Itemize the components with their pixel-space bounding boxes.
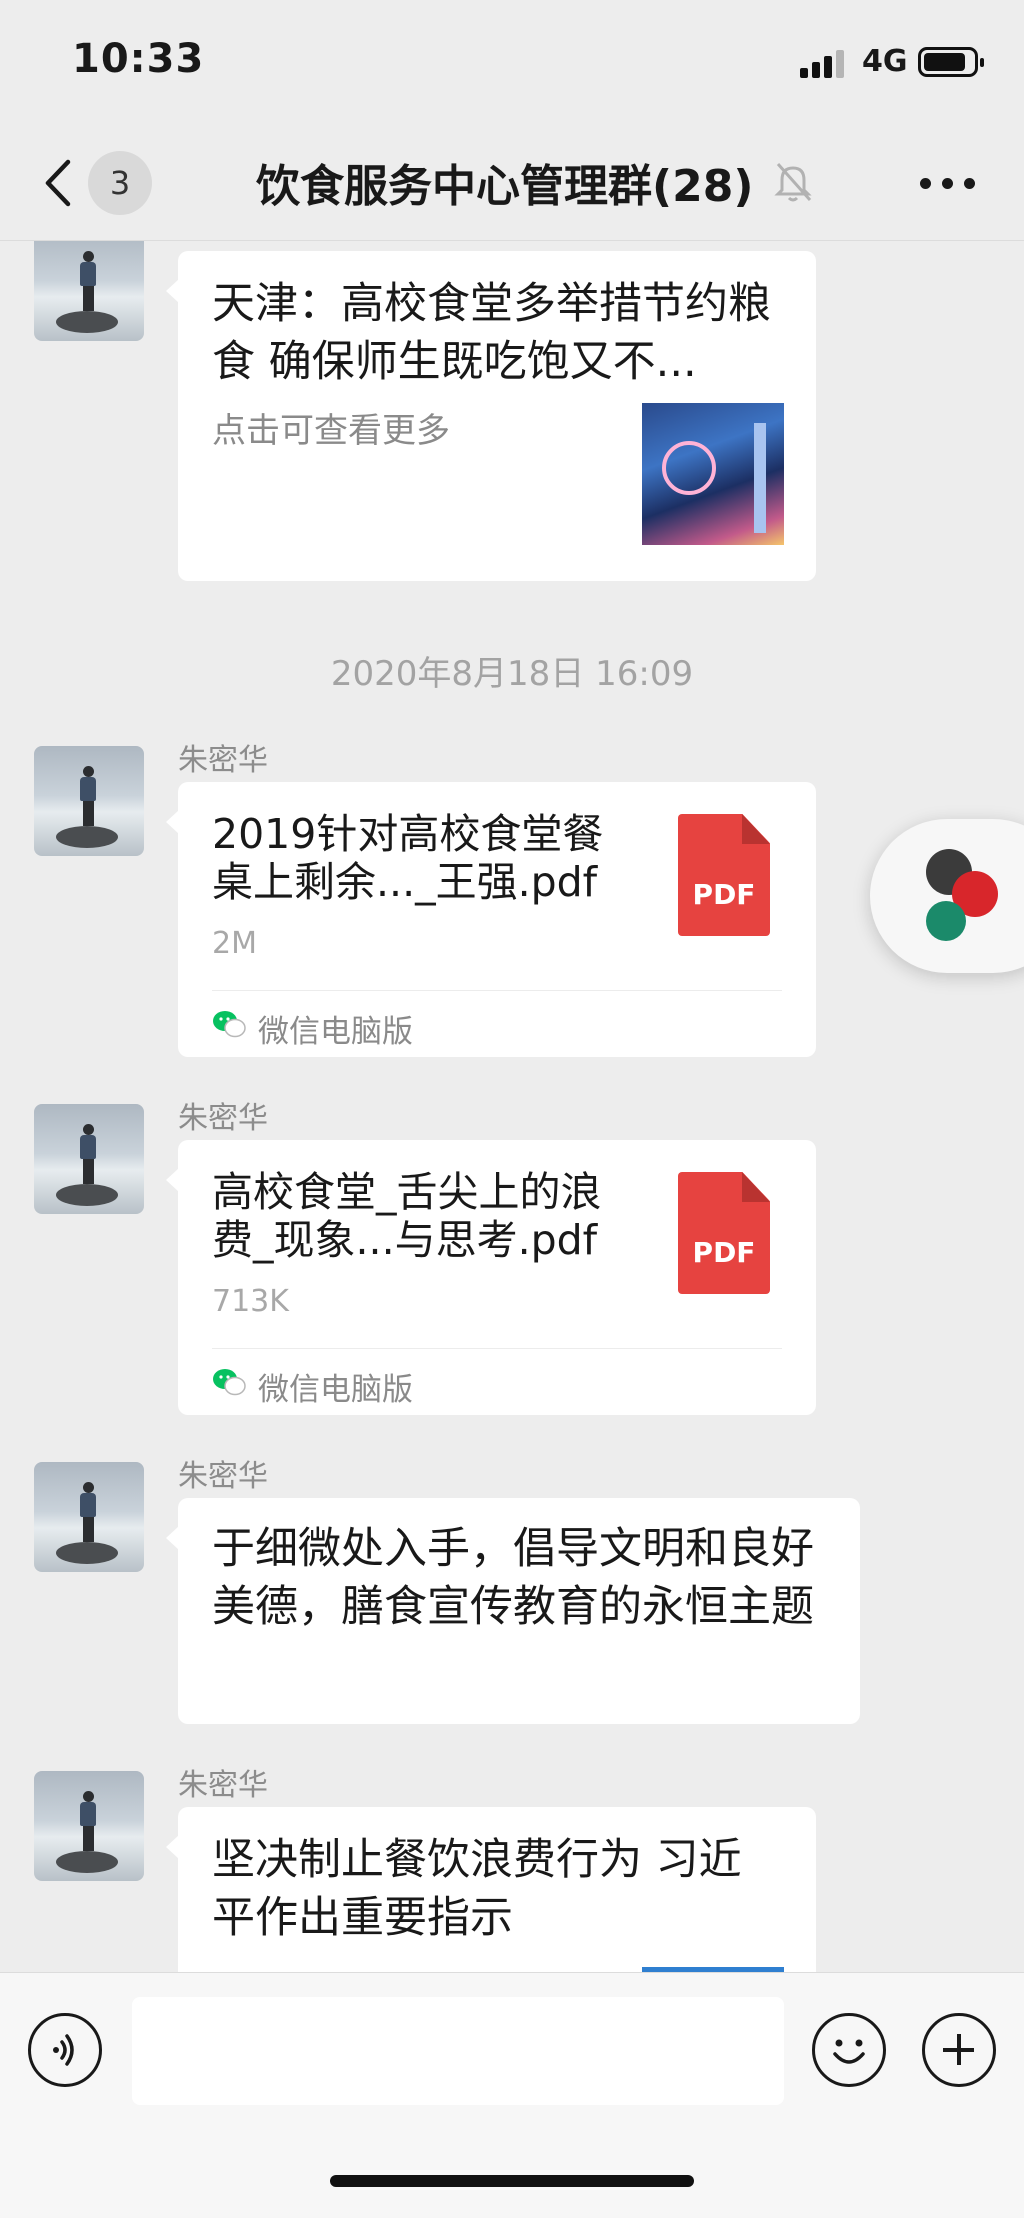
file-size: 2M	[212, 926, 257, 961]
text-message[interactable]: 于细微处入手，倡导文明和良好美德，膳食宣传教育的永恒主题	[166, 1498, 860, 1724]
link-card-description: 点击可查看更多	[212, 411, 450, 451]
nav-bar: 3 饮食服务中心管理群(28)	[0, 126, 1024, 241]
link-card-title: 天津：高校食堂多举措节约粮食 确保师生既吃饱又不...	[212, 279, 771, 387]
avatar[interactable]	[34, 746, 144, 856]
file-message[interactable]: 高校食堂_舌尖上的浪费_现象...与思考.pdf 713K PDF 微信电脑版	[166, 1140, 816, 1415]
chevron-left-icon[interactable]	[40, 156, 80, 210]
file-name: 高校食堂_舌尖上的浪费_现象...与思考.pdf	[212, 1168, 602, 1264]
signal-icon	[800, 48, 850, 78]
more-dots-icon[interactable]	[920, 178, 976, 190]
message-input[interactable]	[132, 1997, 784, 2105]
file-message[interactable]: 2019针对高校食堂餐桌上剩余..._王强.pdf 2M PDF 微信电脑版	[166, 782, 816, 1057]
voice-icon[interactable]	[28, 2013, 102, 2087]
chat-timestamp: 2020年8月18日 16:09	[330, 654, 694, 694]
divider	[212, 990, 782, 991]
avatar[interactable]	[34, 1104, 144, 1214]
sender-name: 朱密华	[178, 743, 268, 778]
file-source: 微信电脑版	[258, 1014, 413, 1050]
avatar[interactable]	[34, 1462, 144, 1572]
network-type: 4G	[862, 44, 908, 79]
unread-count-badge[interactable]: 3	[88, 151, 152, 215]
avatar[interactable]	[34, 1771, 144, 1881]
chat-message-list[interactable]: 天津：高校食堂多举措节约粮食 确保师生既吃饱又不... 点击可查看更多 2020…	[0, 241, 1024, 1972]
home-indicator[interactable]	[330, 2175, 694, 2187]
sender-name: 朱密华	[178, 1101, 268, 1136]
avatar[interactable]	[34, 241, 144, 341]
link-card-thumbnail	[642, 403, 784, 545]
sender-name: 朱密华	[178, 1459, 268, 1494]
bell-off-icon	[774, 163, 812, 202]
sender-name: 朱密华	[178, 1768, 268, 1803]
message-text: 于细微处入手，倡导文明和良好美德，膳食宣传教育的永恒主题	[212, 1524, 814, 1632]
chat-title: 饮食服务中心管理群(28)	[256, 161, 754, 212]
file-source: 微信电脑版	[258, 1372, 413, 1408]
battery-level	[924, 53, 965, 71]
wechat-icon	[213, 1011, 246, 1038]
file-size: 713K	[212, 1284, 289, 1319]
divider	[212, 1348, 782, 1349]
floating-window[interactable]	[870, 819, 1024, 973]
link-card[interactable]: 天津：高校食堂多举措节约粮食 确保师生既吃饱又不... 点击可查看更多	[166, 251, 816, 581]
status-time: 10:33	[72, 36, 205, 82]
battery-icon	[918, 47, 984, 77]
wechat-icon	[213, 1369, 246, 1396]
link-card-title: 坚决制止餐饮浪费行为 习近平作出重要指示	[212, 1835, 742, 1943]
plus-icon[interactable]	[922, 2013, 996, 2087]
emoji-icon[interactable]	[812, 2013, 886, 2087]
link-card[interactable]: 坚决制止餐饮浪费行为 习近平作出重要指示	[166, 1807, 816, 1972]
status-bar: 10:33 4G	[0, 0, 1024, 126]
pdf-label: PDF	[692, 878, 756, 911]
file-name: 2019针对高校食堂餐桌上剩余..._王强.pdf	[212, 810, 604, 906]
pdf-label: PDF	[692, 1236, 756, 1269]
